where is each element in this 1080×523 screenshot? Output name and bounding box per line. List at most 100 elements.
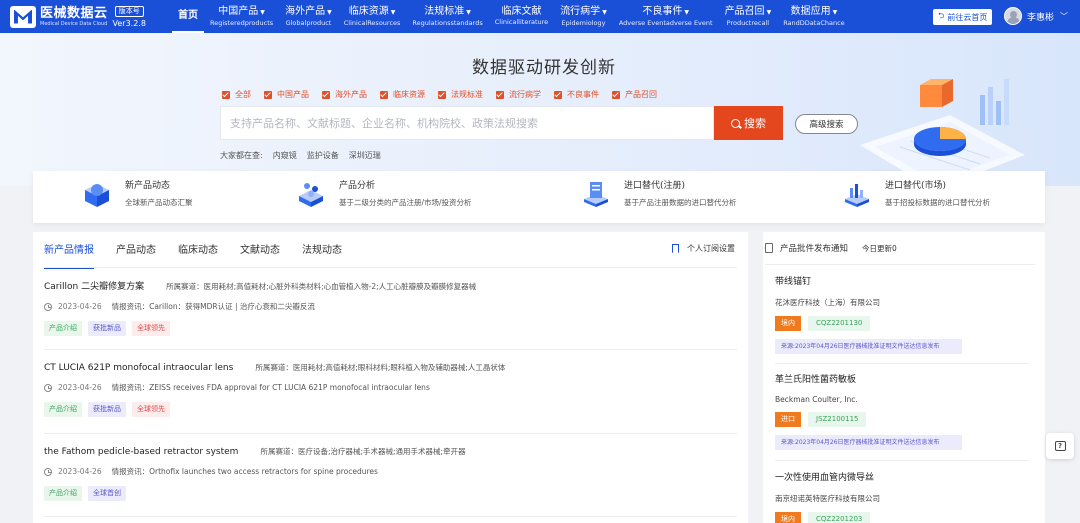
feature-new-products[interactable]: 新产品动态 全球新产品动态汇聚 (83, 180, 193, 208)
nav-item-data-application[interactable]: 数据应用 ▼ RandDDataChance (777, 0, 850, 33)
hot-search-term[interactable]: 监护设备 (307, 150, 339, 161)
nav-item-global-product[interactable]: 海外产品 ▼ Globalproduct (279, 0, 338, 33)
item-info: 情报资讯：Orthofix launches two access retrac… (111, 467, 378, 476)
nav-item-product-recall[interactable]: 产品召回 ▼ Productrecall (719, 0, 778, 33)
nav-item-label: 临床资源 (348, 5, 389, 17)
list-item[interactable]: CT LUCIA 621P monofocal intraocular lens… (44, 362, 737, 417)
tab-new-product-intel[interactable]: 新产品情报 (44, 241, 94, 269)
nav-item-epidemiology[interactable]: 流行病学 ▼ Epidemiology (554, 0, 613, 33)
question-chat-icon: ? (1054, 441, 1066, 451)
go-to-cloud-button[interactable]: ⮌ 前往云首页 (933, 9, 993, 25)
hot-search-term[interactable]: 深圳迈瑞 (349, 150, 381, 161)
filter-all[interactable]: 全部 (222, 89, 251, 100)
user-menu[interactable]: 李惠彬 ﹀ (1004, 7, 1068, 25)
feature-text: 进口替代(市场) 基于招投标数据的进口替代分析 (885, 180, 990, 208)
approval-item[interactable]: 带线锚钉 花沐医疗科技（上海）有限公司 境内 CQZ2201130 来源:2023… (775, 274, 1030, 354)
approval-item[interactable]: 革兰氏阳性菌药敏板 Beckman Coulter, Inc. 进口 JSZ210… (775, 372, 1030, 450)
filter-clinical-resources[interactable]: 临床资源 (380, 89, 425, 100)
nav-item-sublabel: Productrecall (726, 18, 770, 27)
checkbox-checked-icon (264, 90, 272, 99)
version-badge[interactable]: 版本号 (114, 5, 144, 17)
hot-searches: 大家都在查: 内窥镜 监护设备 深圳迈瑞 (220, 150, 391, 161)
feature-import-substitution-market[interactable]: 进口替代(市场) 基于招投标数据的进口替代分析 (843, 180, 990, 208)
clock-icon (44, 383, 52, 392)
exit-arrow-icon: ⮌ (938, 11, 945, 20)
approval-notice-header: 产品批件发布通知 今日更新0 (765, 242, 897, 254)
search-button[interactable]: 搜索 (714, 106, 783, 140)
subscription-settings-label: 个人订阅设置 (687, 244, 735, 253)
divider (765, 264, 1035, 265)
feature-product-analysis[interactable]: 产品分析 基于二级分类的产品注册/市场/投资分析 (297, 180, 472, 208)
nav-item-sublabel: Registeredproducts (210, 18, 274, 27)
list-item[interactable]: Carillon 二尖瓣修复方案 所属赛道：医用耗材;高值耗材;心脏外科类材料;心… (44, 279, 737, 336)
nav-item-label: 海外产品 (285, 5, 326, 17)
nav-item-clinical-resources[interactable]: 临床资源 ▼ ClinicalResources (338, 0, 407, 33)
tab-clinical-updates[interactable]: 临床动态 (178, 241, 218, 269)
feature-import-substitution-registration[interactable]: 进口替代(注册) 基于产品注册数据的进口替代分析 (582, 180, 737, 208)
checkbox-checked-icon (438, 90, 446, 99)
intelligence-tabs: 新产品情报 产品动态 临床动态 文献动态 法规动态 (44, 241, 364, 269)
filter-china-products[interactable]: 中国产品 (264, 89, 309, 100)
approval-product-name[interactable]: 带线锚钉 (775, 274, 1030, 287)
approval-code-badge: CQZ2201203 (808, 512, 871, 523)
divider (775, 363, 1030, 364)
filter-label: 法规标准 (451, 90, 483, 99)
tab-regulation-updates[interactable]: 法规动态 (302, 241, 342, 269)
filter-product-recall[interactable]: 产品召回 (612, 89, 657, 100)
nav-item-sublabel: Adverse Eventadverse Event (618, 18, 713, 27)
filter-overseas-products[interactable]: 海外产品 (322, 89, 367, 100)
search-input[interactable] (230, 116, 713, 130)
nav-item-label: 中国产品 (218, 5, 259, 17)
feature-strip: 新产品动态 全球新产品动态汇聚 产品分析 基于二级分类的产品注册/市场/投资分析 进… (33, 171, 1045, 223)
item-meta: 2023-04-26 情报资讯：Orthofix launches two acc… (44, 466, 737, 477)
item-title[interactable]: the Fathom pedicle-based retractor syste… (44, 447, 238, 457)
help-chat-button[interactable]: ? (1046, 433, 1074, 459)
clock-icon (44, 467, 52, 476)
tab-literature-updates[interactable]: 文献动态 (240, 241, 280, 269)
nav-item-label-row: 不良事件 ▼ (642, 6, 689, 19)
approval-item[interactable]: 一次性使用血管内微导丝 南京纽诺英特医疗科技有限公司 境内 CQZ2201203 (775, 470, 1030, 523)
hot-search-term[interactable]: 内窥镜 (273, 150, 297, 161)
filter-label: 全部 (235, 90, 251, 99)
nav-item-sublabel: Epidemiology (561, 18, 606, 27)
list-item[interactable]: the Fathom pedicle-based retractor syste… (44, 446, 737, 501)
divider (44, 349, 737, 350)
approval-type-badge: 境内 (775, 512, 801, 523)
item-date: 2023-04-26 (58, 383, 102, 392)
nav-item-label: 产品召回 (724, 5, 765, 17)
subscription-settings-link[interactable]: 个人订阅设置 (672, 243, 735, 254)
approval-company: 南京纽诺英特医疗科技有限公司 (775, 494, 880, 503)
item-date: 2023-04-26 (58, 467, 102, 476)
item-title[interactable]: CT LUCIA 621P monofocal intraocular lens (44, 363, 233, 373)
caret-down-icon: ▼ (684, 8, 689, 16)
filter-epidemiology[interactable]: 流行病学 (496, 89, 541, 100)
nav-item-clinical-literature[interactable]: 临床文献 Clinicalliterature (489, 0, 554, 33)
feature-title: 新产品动态 (125, 181, 171, 191)
logo[interactable]: 医械数据云 Medical Device Data Cloud 版本号 Ver3… (0, 0, 172, 33)
approval-product-name[interactable]: 一次性使用血管内微导丝 (775, 470, 1030, 483)
nav-item-label-row: 海外产品 ▼ (285, 6, 332, 19)
tag: 获批新品 (88, 402, 126, 417)
divider (775, 460, 1030, 461)
feature-text: 新产品动态 全球新产品动态汇聚 (125, 180, 193, 208)
tag: 产品介绍 (44, 321, 82, 336)
feature-title: 进口替代(注册) (624, 181, 686, 191)
item-title[interactable]: Carillon 二尖瓣修复方案 (44, 279, 144, 292)
filter-regulations[interactable]: 法规标准 (438, 89, 483, 100)
advanced-search-button[interactable]: 高级搜索 (795, 114, 858, 134)
nav-item-sublabel: ClinicalResources (343, 18, 401, 27)
nav-item-regulations[interactable]: 法规标准 ▼ Regulationsstandards (406, 0, 488, 33)
nav-item-label: 流行病学 (560, 5, 601, 17)
hot-searches-label: 大家都在查: (220, 151, 263, 160)
main-nav: 首页 中国产品 ▼ Registeredproducts 海外产品 ▼ Global… (172, 0, 851, 33)
tab-product-updates[interactable]: 产品动态 (116, 241, 156, 269)
nav-item-home[interactable]: 首页 (172, 0, 204, 33)
nav-item-registered-products[interactable]: 中国产品 ▼ Registeredproducts (204, 0, 279, 33)
caret-down-icon: ▼ (327, 8, 332, 16)
item-meta: 2023-04-26 情报资讯：ZEISS receives FDA approv… (44, 382, 737, 393)
approval-product-name[interactable]: 革兰氏阳性菌药敏板 (775, 372, 1030, 385)
item-info: 情报资讯：ZEISS receives FDA approval for CT … (111, 383, 430, 392)
nav-item-label-row: 临床资源 ▼ (349, 6, 396, 19)
nav-item-adverse-event[interactable]: 不良事件 ▼ Adverse Eventadverse Event (613, 0, 719, 33)
filter-adverse-events[interactable]: 不良事件 (554, 89, 599, 100)
